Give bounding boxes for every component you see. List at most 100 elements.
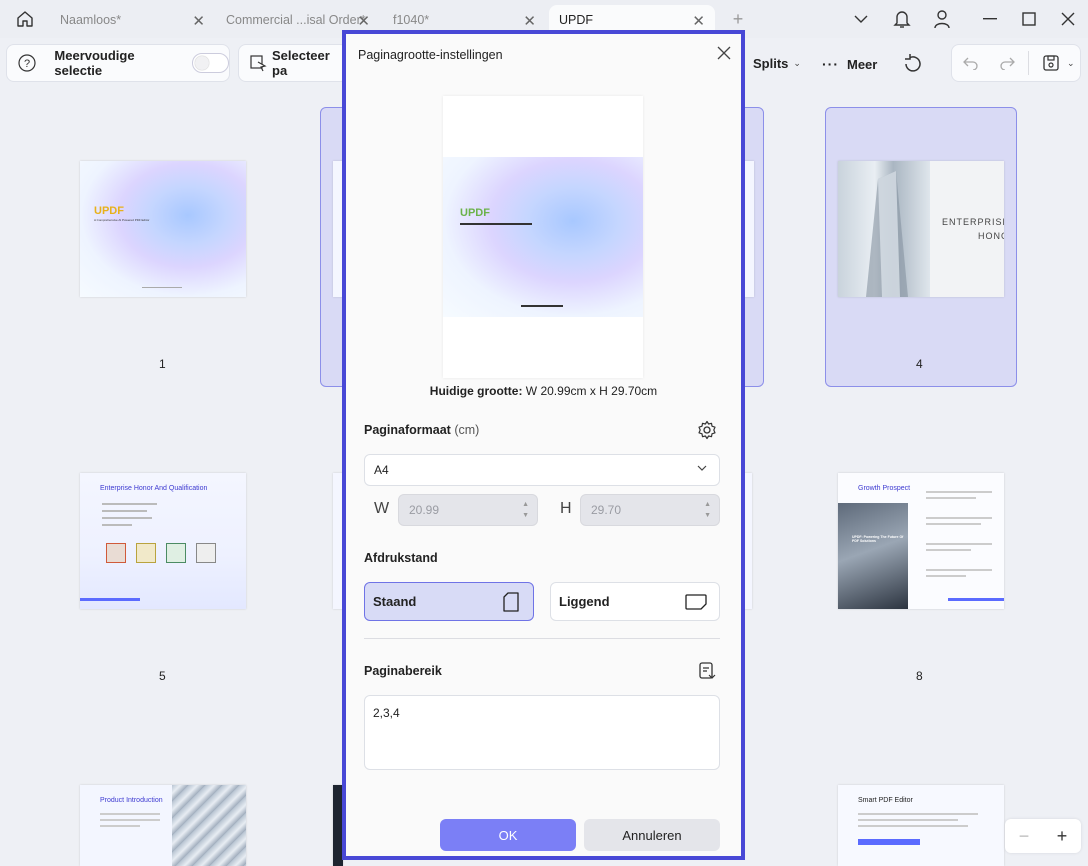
current-size-label: Huidige grootte:	[429, 384, 523, 398]
thumb-title: Enterprise Honor And Qualification	[100, 485, 208, 492]
thumb-title-line1: ENTERPRISE	[942, 217, 1004, 227]
bell-icon[interactable]	[892, 8, 912, 30]
page-format-label: Paginaformaat	[364, 423, 451, 437]
page-number: 8	[916, 669, 923, 683]
user-icon[interactable]	[932, 8, 952, 30]
zoom-in-button[interactable]: +	[1057, 826, 1068, 847]
award-icon	[196, 543, 216, 563]
close-icon[interactable]: ✕	[692, 12, 705, 30]
thumb-text-block	[100, 813, 160, 831]
zoom-out-button[interactable]: −	[1019, 826, 1030, 847]
split-button[interactable]: Splits ⌄	[753, 56, 801, 71]
page-format-value: A4	[374, 463, 389, 477]
select-pages-label: Selecteer pa	[272, 48, 330, 78]
chevron-down-icon[interactable]	[852, 10, 870, 28]
chevron-down-icon: ⌄	[793, 58, 801, 68]
rotate-icon[interactable]	[900, 52, 924, 76]
page-range-input[interactable]: 2,3,4	[364, 695, 720, 770]
history-group: ⌄	[951, 44, 1081, 82]
save-icon[interactable]	[1041, 53, 1061, 73]
height-input[interactable]: 29.70 ▲ ▼	[580, 494, 720, 526]
toolbar-divider	[1028, 51, 1029, 75]
page-thumbnail-5[interactable]: Enterprise Honor And Qualification	[80, 473, 246, 609]
thumb-brand: UPDF	[94, 205, 124, 217]
page-format-unit: (cm)	[454, 423, 480, 437]
award-icons	[106, 543, 216, 563]
new-tab-icon[interactable]: +	[728, 9, 748, 29]
width-label: W	[374, 500, 390, 517]
width-value: 20.99	[409, 503, 440, 517]
chevron-down-icon[interactable]: ⌄	[1067, 58, 1075, 69]
landscape-option[interactable]: Liggend	[550, 582, 720, 621]
gear-icon[interactable]	[696, 419, 718, 441]
stepper-icon[interactable]: ▲ ▼	[704, 499, 711, 521]
thumb-text-blocks	[926, 491, 992, 577]
close-window-icon[interactable]	[1058, 9, 1078, 29]
chevron-down-icon	[697, 464, 707, 475]
page-size-dialog: Paginagrootte-instellingen UPDF Huidige …	[342, 30, 745, 860]
page-range-icon[interactable]	[696, 660, 718, 682]
multi-select-group: ? Meervoudige selectie	[6, 44, 230, 82]
preview-subtitle-line	[460, 223, 532, 225]
portrait-option[interactable]: Staand	[364, 582, 534, 621]
thumb-bullets	[102, 503, 162, 526]
help-icon[interactable]: ?	[17, 53, 36, 73]
undo-icon[interactable]	[962, 54, 980, 72]
section-divider	[364, 638, 720, 639]
tab-label: Naamloos*	[60, 13, 122, 27]
current-size-value: W 20.99cm x H 29.70cm	[525, 384, 658, 398]
preview-brand: UPDF	[460, 207, 490, 219]
home-icon[interactable]	[14, 9, 36, 29]
page-preview: UPDF	[443, 96, 643, 378]
thumb-bar	[80, 598, 140, 601]
award-icon	[166, 543, 186, 563]
dialog-title: Paginagrootte-instellingen	[358, 48, 503, 62]
multi-select-toggle[interactable]	[192, 53, 229, 73]
page-format-select[interactable]: A4	[364, 454, 720, 486]
select-pages-button[interactable]: Selecteer pa	[238, 44, 348, 82]
thumb-title-line2: HONOR	[978, 231, 1004, 241]
minimize-icon[interactable]	[980, 10, 1000, 28]
width-input[interactable]: 20.99 ▲ ▼	[398, 494, 538, 526]
close-icon[interactable]: ✕	[192, 12, 205, 30]
page-thumbnail-4[interactable]: ENTERPRISE HONOR	[838, 161, 1004, 297]
page-thumbnail-8[interactable]: Growth Prospect UPDF: Powering The Futur…	[838, 473, 1004, 609]
stepper-icon[interactable]: ▲ ▼	[522, 499, 529, 521]
thumb-banner: UPDF: Powering The Future Of PDF Solutio…	[852, 535, 904, 543]
maximize-icon[interactable]	[1019, 10, 1039, 28]
page-thumbnail-9[interactable]: Product Introduction	[80, 785, 246, 866]
current-size: Huidige grootte: W 20.99cm x H 29.70cm	[346, 384, 741, 398]
thumb-subtitle: A Comprehensive AI Powered PDF Editor	[94, 218, 150, 222]
height-value: 29.70	[591, 503, 622, 517]
page-thumbnail-7[interactable]	[744, 473, 752, 609]
buildings-image: UPDF: Powering The Future Of PDF Solutio…	[838, 503, 908, 609]
close-icon[interactable]: ✕	[357, 12, 370, 30]
svg-text:?: ?	[24, 58, 30, 70]
page-range-heading: Paginabereik	[364, 664, 442, 678]
close-icon[interactable]: ✕	[523, 12, 536, 30]
multi-select-label: Meervoudige selectie	[54, 48, 135, 78]
preview-footer-line	[521, 305, 563, 307]
preview-content: UPDF	[443, 157, 643, 317]
thumb-title: Smart PDF Editor	[858, 797, 913, 804]
award-icon	[106, 543, 126, 563]
close-icon[interactable]	[717, 44, 731, 64]
landscape-label: Liggend	[559, 594, 610, 609]
page-range-value: 2,3,4	[373, 706, 400, 720]
building-image	[838, 161, 930, 297]
landscape-page-icon	[685, 594, 707, 613]
thumb-title: Growth Prospect	[858, 485, 911, 492]
more-label: Meer	[847, 56, 878, 72]
cancel-button[interactable]: Annuleren	[584, 819, 720, 851]
tab-naamloos[interactable]: Naamloos* ✕	[50, 5, 215, 35]
portrait-page-icon	[503, 592, 519, 615]
zoom-controls: − +	[1005, 819, 1081, 853]
redo-icon[interactable]	[998, 54, 1016, 72]
page-thumbnail-12[interactable]: Smart PDF Editor	[838, 785, 1004, 866]
ok-button[interactable]: OK	[440, 819, 576, 851]
more-button[interactable]: ··· Meer	[822, 56, 877, 72]
orientation-heading: Afdrukstand	[364, 551, 438, 565]
page-thumbnail-1[interactable]: UPDF A Comprehensive AI Powered PDF Edit…	[80, 161, 246, 297]
glass-building-image	[172, 785, 246, 866]
thumb-text-block	[858, 813, 978, 845]
